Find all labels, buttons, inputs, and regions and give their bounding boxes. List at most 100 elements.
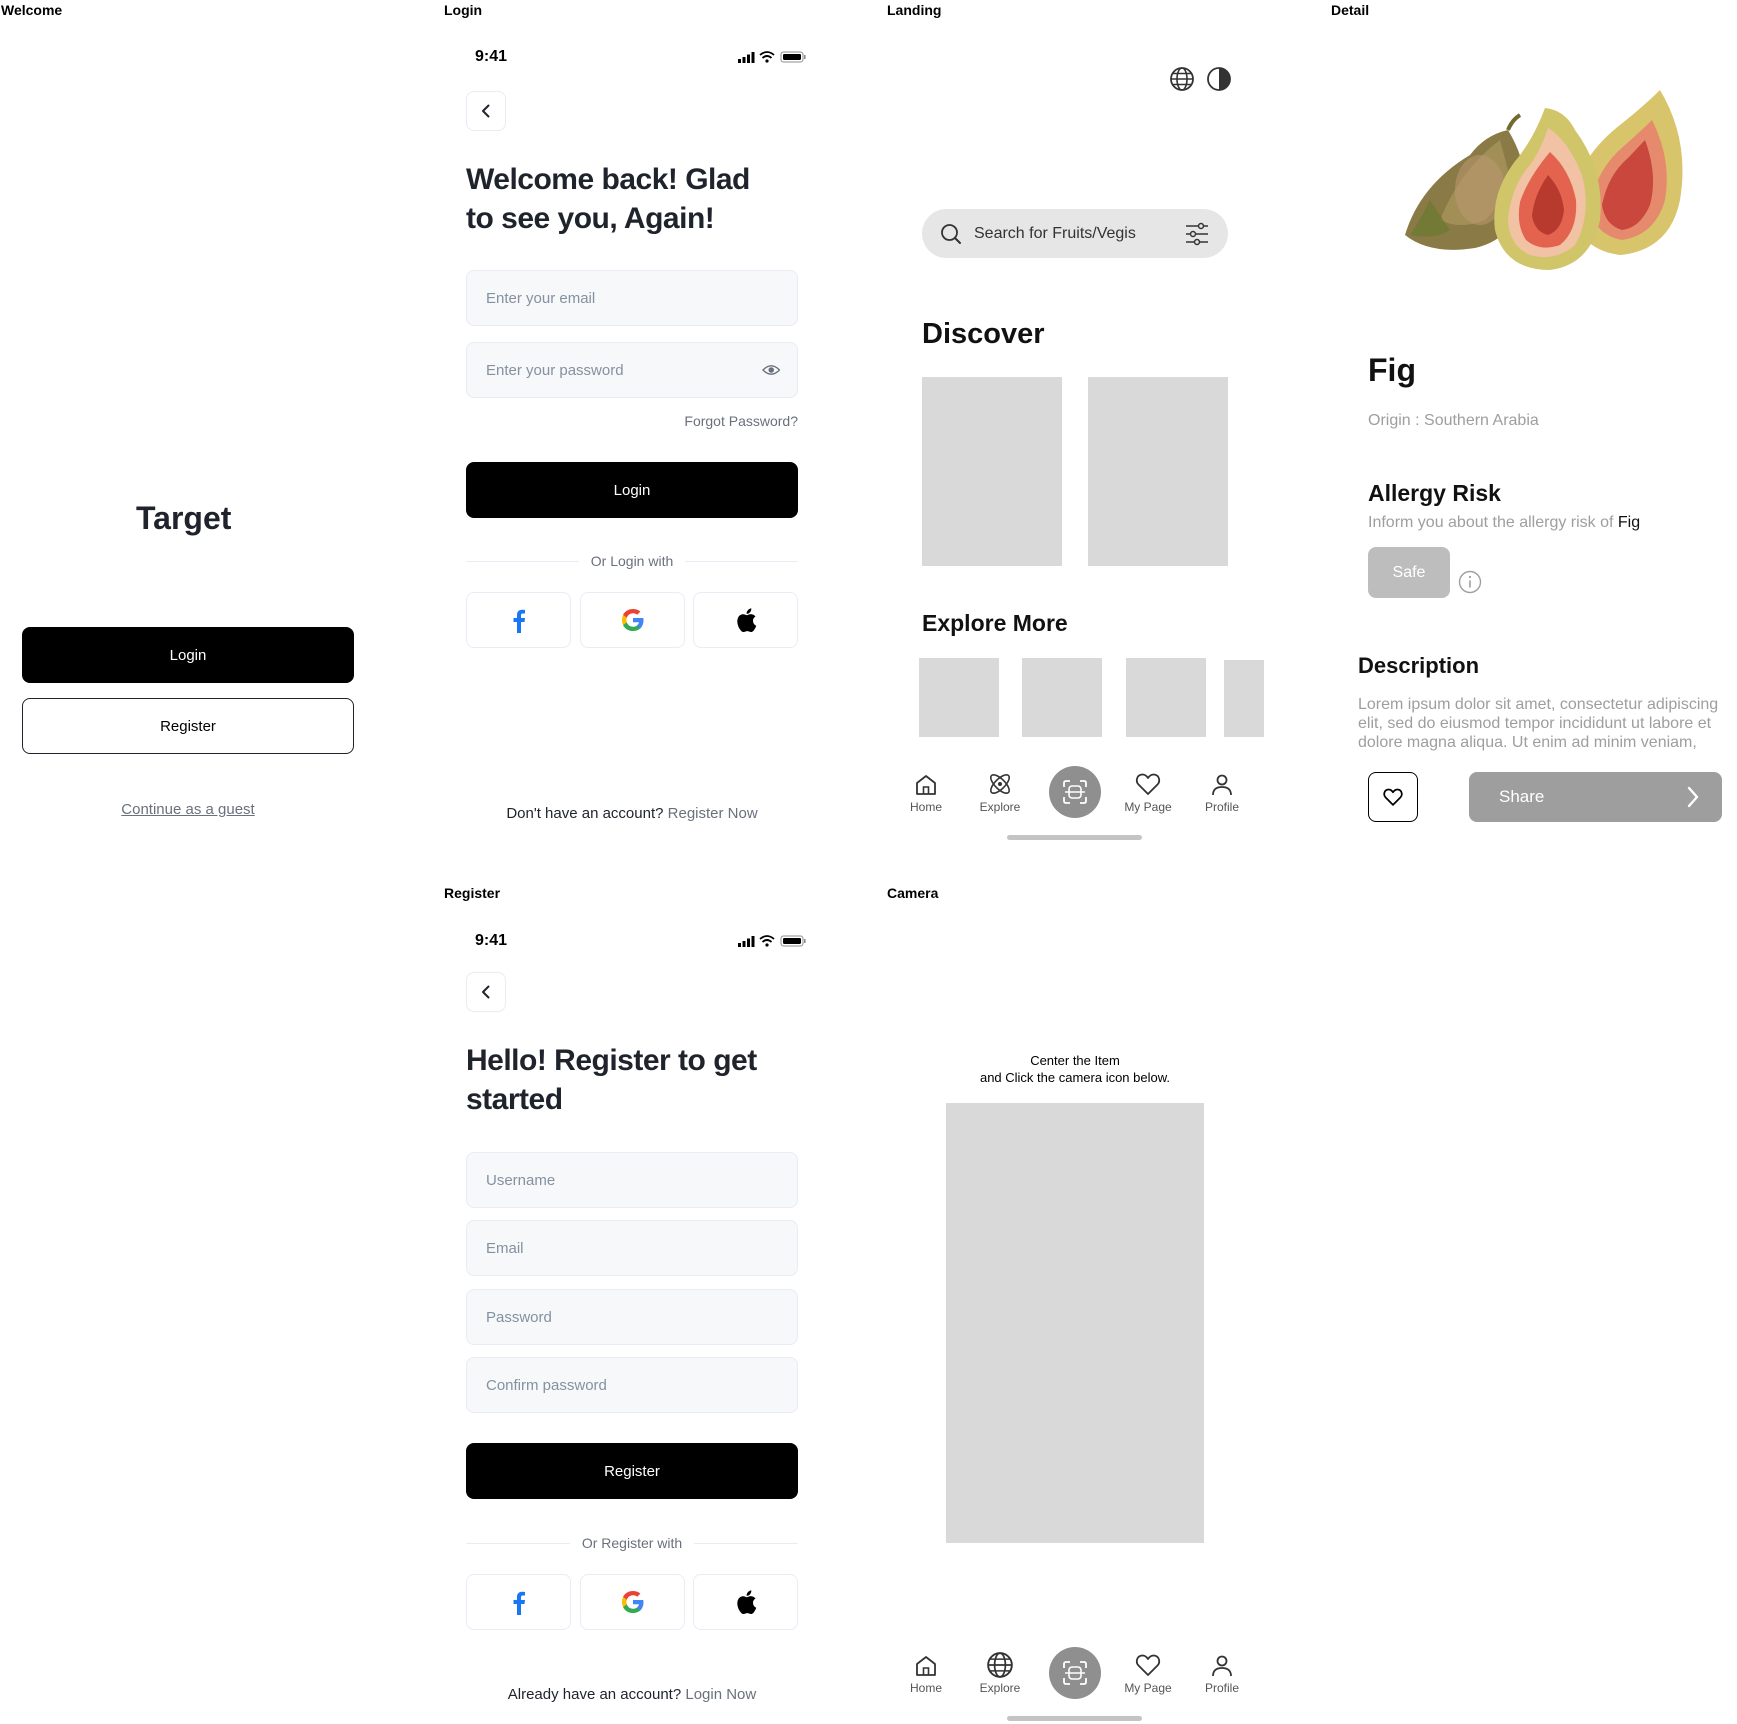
camera-viewfinder <box>946 1103 1204 1543</box>
register-footer: Already have an account? Login Now <box>466 1686 798 1703</box>
heart-icon <box>1383 788 1403 806</box>
username-field[interactable] <box>466 1152 798 1208</box>
register-divider: Or Register with <box>466 1533 799 1553</box>
frame-label-camera: Camera <box>887 885 939 901</box>
share-button[interactable]: Share <box>1469 772 1722 822</box>
apple-login-button[interactable] <box>693 592 798 648</box>
fig-image <box>1405 90 1683 270</box>
scan-button[interactable] <box>1049 1647 1101 1699</box>
explore-card[interactable] <box>1126 658 1206 737</box>
status-time: 9:41 <box>475 932 508 949</box>
heart-icon <box>1135 1654 1161 1676</box>
nav-explore[interactable]: Explore <box>972 770 1028 814</box>
google-icon <box>621 1591 643 1613</box>
password-input[interactable] <box>484 1307 780 1327</box>
discover-card[interactable] <box>922 377 1062 566</box>
facebook-register-button[interactable] <box>466 1574 571 1630</box>
explore-card[interactable] <box>919 658 999 737</box>
login-submit-button[interactable]: Login <box>466 462 798 518</box>
atom-icon <box>990 774 1010 794</box>
nav-my-page-label: My Page <box>1124 1681 1172 1695</box>
password-input[interactable] <box>484 360 762 380</box>
divider-label: Or Register with <box>581 1535 683 1551</box>
nav-my-page[interactable]: My Page <box>1120 1651 1176 1695</box>
nav-my-page[interactable]: My Page <box>1120 770 1176 814</box>
login-now-link[interactable]: Login Now <box>685 1686 756 1703</box>
back-button[interactable] <box>466 91 506 131</box>
description-title: Description <box>1358 653 1480 678</box>
register-now-link[interactable]: Register Now <box>668 805 758 822</box>
nav-profile-label: Profile <box>1204 800 1239 814</box>
register-submit-button[interactable]: Register <box>466 1443 798 1499</box>
email-field[interactable] <box>466 270 798 326</box>
nav-home[interactable]: Home <box>898 1653 954 1695</box>
explore-card[interactable] <box>1022 658 1102 737</box>
nav-profile-label: Profile <box>1204 1681 1239 1695</box>
description-text: Lorem ipsum dolor sit amet, consectetur … <box>1358 696 1719 751</box>
apple-icon <box>736 608 756 633</box>
home-indicator <box>1007 835 1142 840</box>
login-button[interactable]: Login <box>22 627 354 683</box>
nav-explore-label: Explore <box>979 1681 1021 1695</box>
search-input[interactable] <box>972 223 1184 244</box>
nav-profile[interactable]: Profile <box>1194 772 1250 814</box>
eye-icon[interactable] <box>761 363 780 377</box>
person-icon <box>1212 1655 1232 1677</box>
heart-icon <box>1135 773 1161 795</box>
login-heading-line2: to see you, Again! <box>466 202 715 235</box>
apple-icon <box>736 1590 756 1615</box>
continue-as-guest-link[interactable]: Continue as a guest <box>22 801 354 818</box>
google-login-button[interactable] <box>580 592 685 648</box>
scan-button[interactable] <box>1049 766 1101 818</box>
globe-icon[interactable] <box>1169 66 1195 92</box>
login-divider: Or Login with <box>466 551 799 571</box>
contrast-icon[interactable] <box>1206 66 1232 92</box>
facebook-icon <box>513 609 525 633</box>
login-footer: Don't have an account? Register Now <box>466 805 798 822</box>
nav-home[interactable]: Home <box>898 772 954 814</box>
frame-label-landing: Landing <box>887 2 942 18</box>
login-footer-text: Don't have an account? <box>506 805 664 822</box>
register-footer-text: Already have an account? <box>507 1686 682 1703</box>
email-field[interactable] <box>466 1220 798 1276</box>
confirm-password-input[interactable] <box>484 1375 780 1395</box>
status-icons <box>738 935 806 947</box>
explore-more-title: Explore More <box>922 610 1068 636</box>
divider-label: Or Login with <box>590 553 674 569</box>
chevron-right-icon <box>1687 786 1699 808</box>
register-heading-line1: Hello! Register to get <box>466 1044 757 1077</box>
apple-register-button[interactable] <box>693 1574 798 1630</box>
discover-card[interactable] <box>1088 377 1228 566</box>
frame-label-register: Register <box>444 885 501 901</box>
scan-icon <box>1063 1661 1087 1685</box>
password-field[interactable] <box>466 342 798 398</box>
confirm-password-field[interactable] <box>466 1357 798 1413</box>
home-icon <box>916 1656 936 1676</box>
search-bar[interactable] <box>922 209 1228 258</box>
back-button[interactable] <box>466 972 506 1012</box>
filter-icon[interactable] <box>1184 221 1210 247</box>
explore-card[interactable] <box>1224 660 1264 737</box>
info-icon[interactable] <box>1458 570 1482 594</box>
register-heading-line2: started <box>466 1083 563 1116</box>
email-input[interactable] <box>484 1238 780 1258</box>
google-register-button[interactable] <box>580 1574 685 1630</box>
email-input[interactable] <box>484 288 780 308</box>
register-button[interactable]: Register <box>22 698 354 754</box>
username-input[interactable] <box>484 1170 780 1190</box>
chevron-left-icon <box>482 104 490 118</box>
allergy-title: Allergy Risk <box>1368 480 1501 506</box>
facebook-login-button[interactable] <box>466 592 571 648</box>
camera-instruction-line2: and Click the camera icon below. <box>979 1070 1171 1085</box>
item-name: Fig <box>1368 352 1416 388</box>
forgot-password-link[interactable]: Forgot Password? <box>600 413 798 429</box>
nav-profile[interactable]: Profile <box>1194 1653 1250 1695</box>
password-field[interactable] <box>466 1289 798 1345</box>
facebook-icon <box>513 1591 525 1615</box>
share-label: Share <box>1499 787 1545 806</box>
nav-explore[interactable]: Explore <box>972 1651 1028 1695</box>
camera-instruction-line1: Center the Item <box>1030 1053 1120 1068</box>
item-origin: Origin : Southern Arabia <box>1368 412 1539 429</box>
favorite-button[interactable] <box>1368 772 1418 822</box>
nav-my-page-label: My Page <box>1124 800 1172 814</box>
